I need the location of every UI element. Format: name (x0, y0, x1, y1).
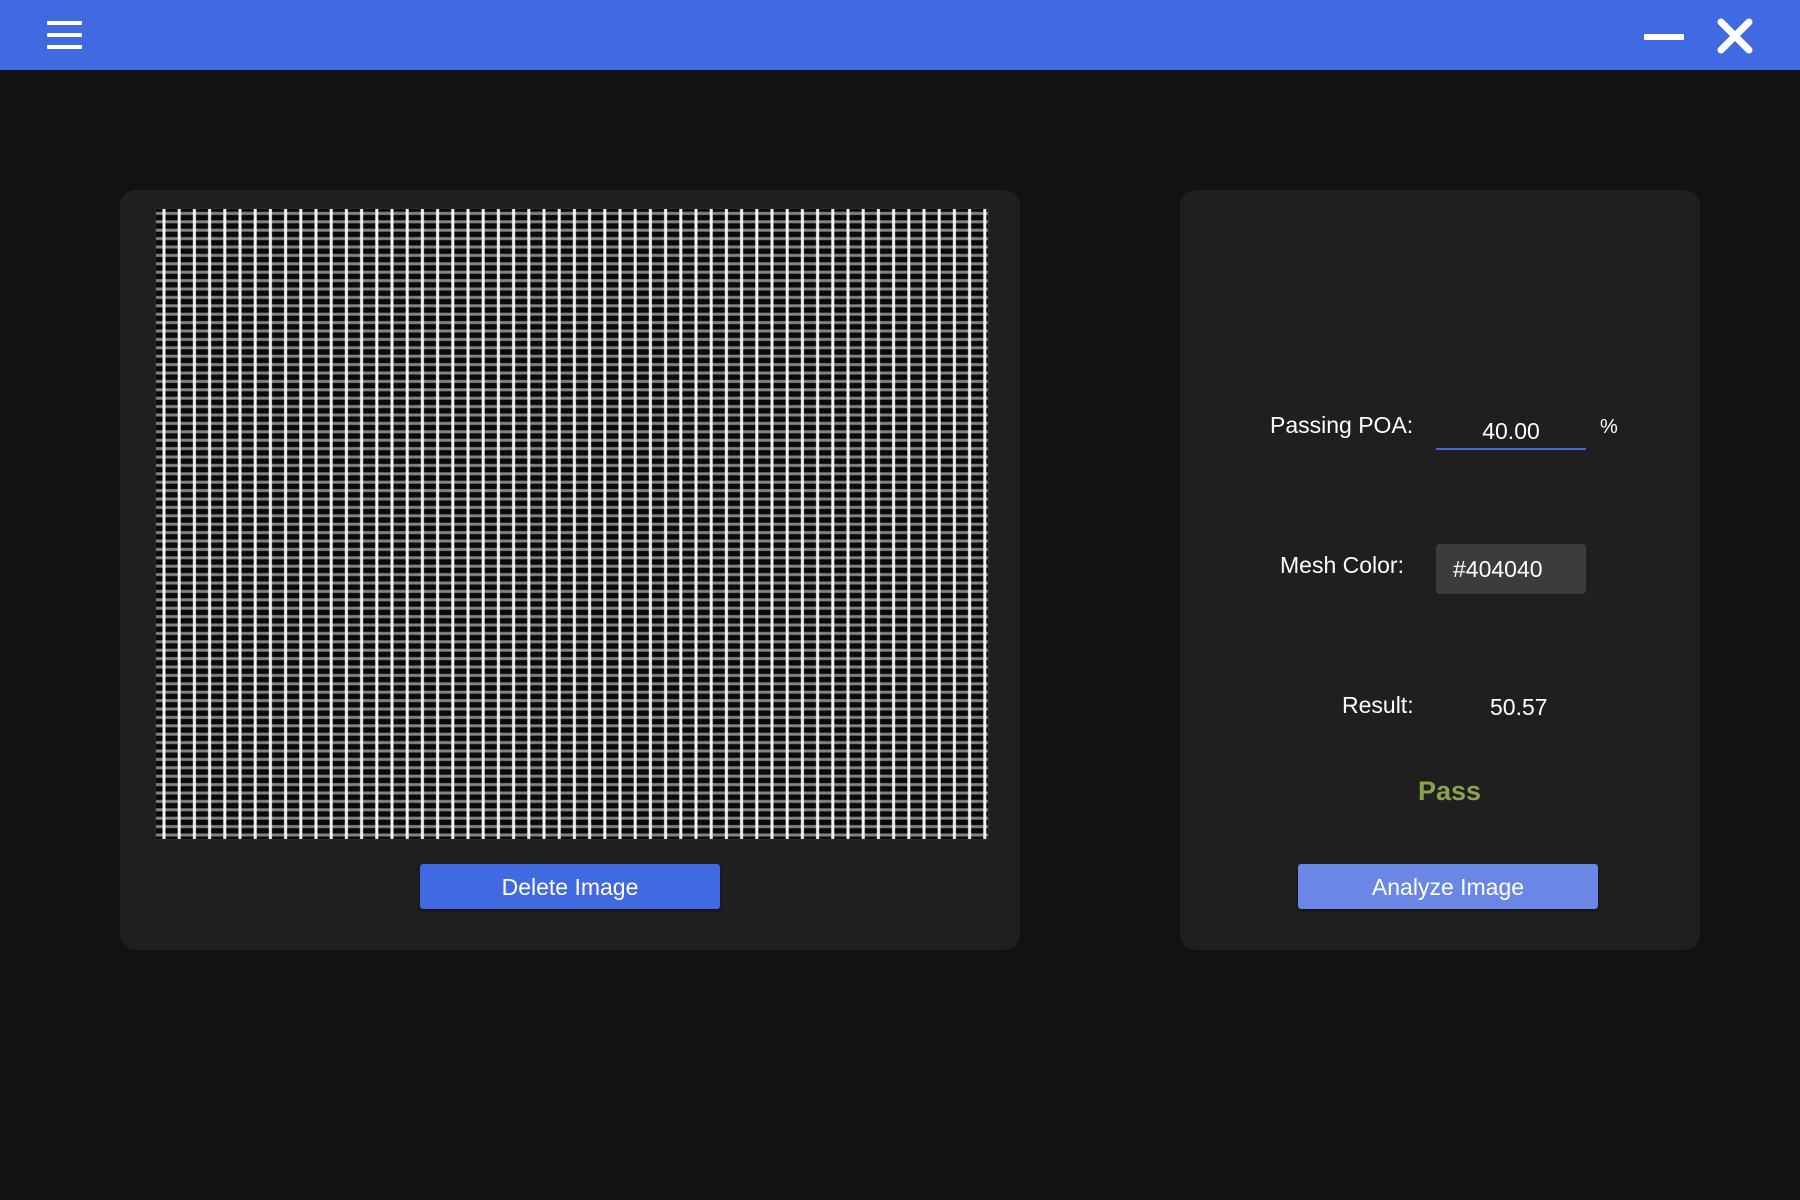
delete-image-button[interactable]: Delete Image (420, 864, 720, 909)
analyze-image-button[interactable]: Analyze Image (1298, 864, 1598, 909)
status-badge: Pass (1418, 776, 1482, 806)
title-bar (0, 0, 1800, 70)
passing-poa-input[interactable] (1436, 414, 1586, 450)
menu-line (47, 45, 82, 49)
mesh-image (155, 208, 989, 840)
close-x-shape (1717, 18, 1753, 54)
poa-unit-label: % (1600, 416, 1618, 438)
result-value: 50.57 (1490, 694, 1548, 720)
menu-line (47, 33, 82, 37)
mesh-color-input[interactable] (1436, 544, 1586, 594)
passing-poa-label: Passing POA: (1270, 412, 1414, 438)
hamburger-menu-icon[interactable] (38, 14, 92, 56)
mesh-color-label: Mesh Color: (1280, 552, 1404, 578)
minimize-bar (1644, 34, 1684, 40)
result-label: Result: (1342, 692, 1414, 718)
close-icon[interactable] (1712, 14, 1758, 58)
menu-line (47, 21, 82, 25)
minimize-icon[interactable] (1638, 16, 1690, 56)
